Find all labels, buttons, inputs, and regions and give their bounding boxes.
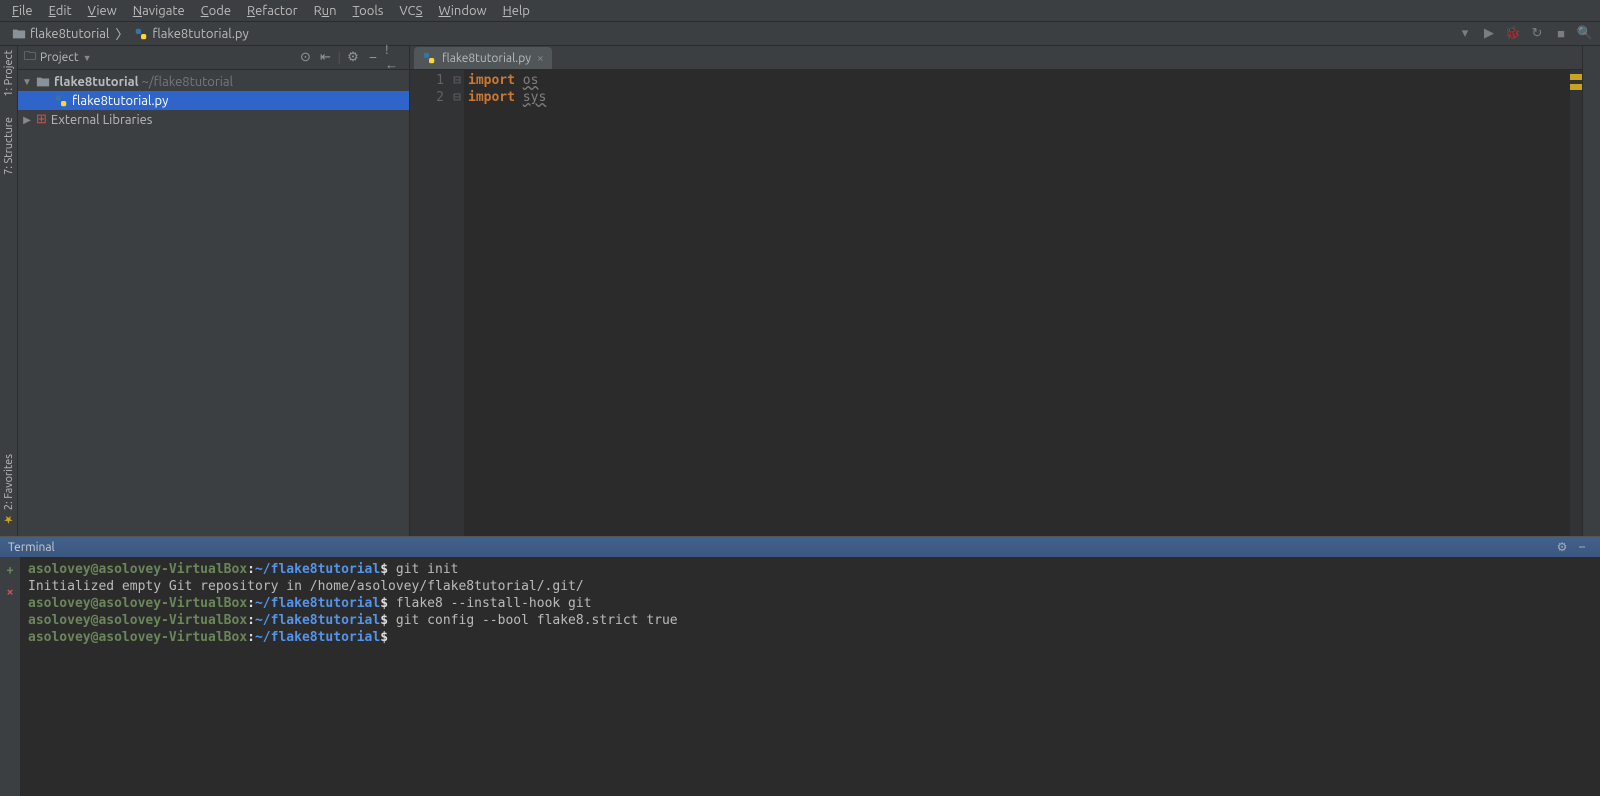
menu-window[interactable]: Window — [430, 2, 494, 20]
run-config-dropdown[interactable]: ▾ — [1456, 25, 1474, 43]
warning-mark[interactable] — [1570, 74, 1582, 80]
debug-button[interactable]: 🐞 — [1504, 25, 1522, 43]
tree-file-label: flake8tutorial.py — [72, 94, 168, 108]
breadcrumb-bar: flake8tutorial 〉 flake8tutorial.py ▾ ▶ 🐞… — [0, 22, 1600, 46]
terminal-title: Terminal — [8, 541, 55, 554]
terminal-side-toolbar: + × — [0, 557, 20, 796]
tree-root[interactable]: ▼ flake8tutorial ~/flake8tutorial — [18, 72, 409, 91]
close-tab-icon[interactable]: × — [537, 52, 544, 65]
tree-root-path: ~/flake8tutorial — [142, 75, 233, 89]
main-menu-bar: File Edit View Navigate Code Refactor Ru… — [0, 0, 1600, 22]
library-icon: ⊞ — [36, 112, 47, 127]
folder-icon — [36, 75, 50, 89]
terminal-header[interactable]: Terminal ⚙ ⎯ — [0, 537, 1600, 557]
terminal-content[interactable]: asolovey@asolovey-VirtualBox:~/flake8tut… — [20, 557, 1600, 796]
scroll-from-source-icon[interactable]: ⊙ — [298, 50, 314, 66]
python-file-icon — [54, 94, 68, 108]
tree-ext-label: External Libraries — [51, 113, 153, 127]
line-number-gutter: 1 2 — [410, 70, 450, 536]
minimize-icon[interactable]: !← — [385, 50, 401, 66]
identifier: sys — [523, 90, 546, 105]
menu-refactor[interactable]: Refactor — [239, 2, 306, 20]
python-file-icon — [134, 27, 148, 41]
breadcrumb-separator: 〉 — [115, 24, 128, 43]
breadcrumb-project-label: flake8tutorial — [30, 27, 109, 41]
menu-tools[interactable]: Tools — [345, 2, 392, 20]
project-tool-window: 🗀 Project ▼ ⊙ ⇤ | ⚙ ⎯ !← ▼ flake8tutoria… — [18, 46, 410, 536]
menu-help[interactable]: Help — [495, 2, 538, 20]
identifier: os — [523, 73, 539, 88]
tool-tab-structure[interactable]: 7: Structure — [3, 117, 15, 175]
tree-file-selected[interactable]: flake8tutorial.py — [18, 91, 409, 110]
keyword: import — [468, 90, 515, 105]
chevron-down-icon[interactable]: ▼ — [83, 53, 92, 63]
close-session-icon[interactable]: × — [6, 585, 13, 599]
folder-icon — [12, 27, 26, 41]
code-editor[interactable]: 1 2 ⊟ ⊟ import os import sys — [410, 70, 1582, 536]
code-content[interactable]: import os import sys — [464, 70, 1570, 536]
fold-marker-icon[interactable]: ⊟ — [450, 89, 464, 106]
tree-external-libs[interactable]: ▶ ⊞ External Libraries — [18, 110, 409, 129]
menu-edit[interactable]: Edit — [41, 2, 80, 20]
right-tool-gutter — [1582, 46, 1600, 536]
tree-root-name: flake8tutorial — [54, 75, 139, 89]
menu-vcs[interactable]: VCS — [391, 2, 430, 20]
menu-code[interactable]: Code — [193, 2, 239, 20]
editor-tab-label: flake8tutorial.py — [442, 52, 531, 65]
tool-tab-project[interactable]: 1: Project — [3, 50, 15, 97]
menu-view[interactable]: View — [80, 2, 125, 20]
gear-icon[interactable]: ⚙ — [345, 50, 361, 66]
hide-icon[interactable]: ⎯ — [365, 50, 381, 66]
project-panel-header: 🗀 Project ▼ ⊙ ⇤ | ⚙ ⎯ !← — [18, 46, 409, 70]
keyword: import — [468, 73, 515, 88]
breadcrumb-file[interactable]: flake8tutorial.py — [128, 27, 254, 41]
left-tool-gutter: 1: Project 7: Structure ★ 2: Favorites — [0, 46, 18, 536]
breadcrumb-project[interactable]: flake8tutorial — [6, 27, 115, 41]
collapse-all-icon[interactable]: ⇤ — [318, 50, 334, 66]
warning-mark[interactable] — [1570, 84, 1582, 90]
gear-icon[interactable]: ⚙ — [1554, 539, 1570, 555]
new-session-icon[interactable]: + — [6, 563, 13, 577]
run-coverage-button[interactable]: ↻ — [1528, 25, 1546, 43]
project-view-label[interactable]: Project — [40, 51, 79, 64]
fold-marker-icon[interactable]: ⊟ — [450, 72, 464, 89]
tool-tab-favorites[interactable]: ★ 2: Favorites — [2, 454, 15, 526]
run-button[interactable]: ▶ — [1480, 25, 1498, 43]
expand-arrow-icon[interactable]: ▶ — [22, 114, 32, 126]
project-view-icon: 🗀 — [24, 47, 36, 68]
line-number: 2 — [410, 89, 444, 106]
editor-tab-bar: flake8tutorial.py × — [410, 46, 1582, 70]
menu-run[interactable]: Run — [306, 2, 345, 20]
stop-button[interactable]: ■ — [1552, 25, 1570, 43]
hide-icon[interactable]: ⎯ — [1574, 539, 1590, 555]
expand-arrow-icon[interactable]: ▼ — [22, 76, 32, 88]
editor-area: flake8tutorial.py × 1 2 ⊟ ⊟ import os im… — [410, 46, 1582, 536]
terminal-tool-window: Terminal ⚙ ⎯ + × asolovey@asolovey-Virtu… — [0, 536, 1600, 796]
error-stripe[interactable] — [1570, 70, 1582, 536]
menu-file[interactable]: File — [4, 2, 41, 20]
fold-gutter: ⊟ ⊟ — [450, 70, 464, 536]
editor-tab[interactable]: flake8tutorial.py × — [414, 47, 552, 69]
line-number: 1 — [410, 72, 444, 89]
menu-navigate[interactable]: Navigate — [125, 2, 193, 20]
breadcrumb-file-label: flake8tutorial.py — [152, 27, 248, 41]
search-everywhere-button[interactable]: 🔍 — [1576, 25, 1594, 43]
project-tree[interactable]: ▼ flake8tutorial ~/flake8tutorial flake8… — [18, 70, 409, 536]
python-file-icon — [422, 51, 436, 65]
